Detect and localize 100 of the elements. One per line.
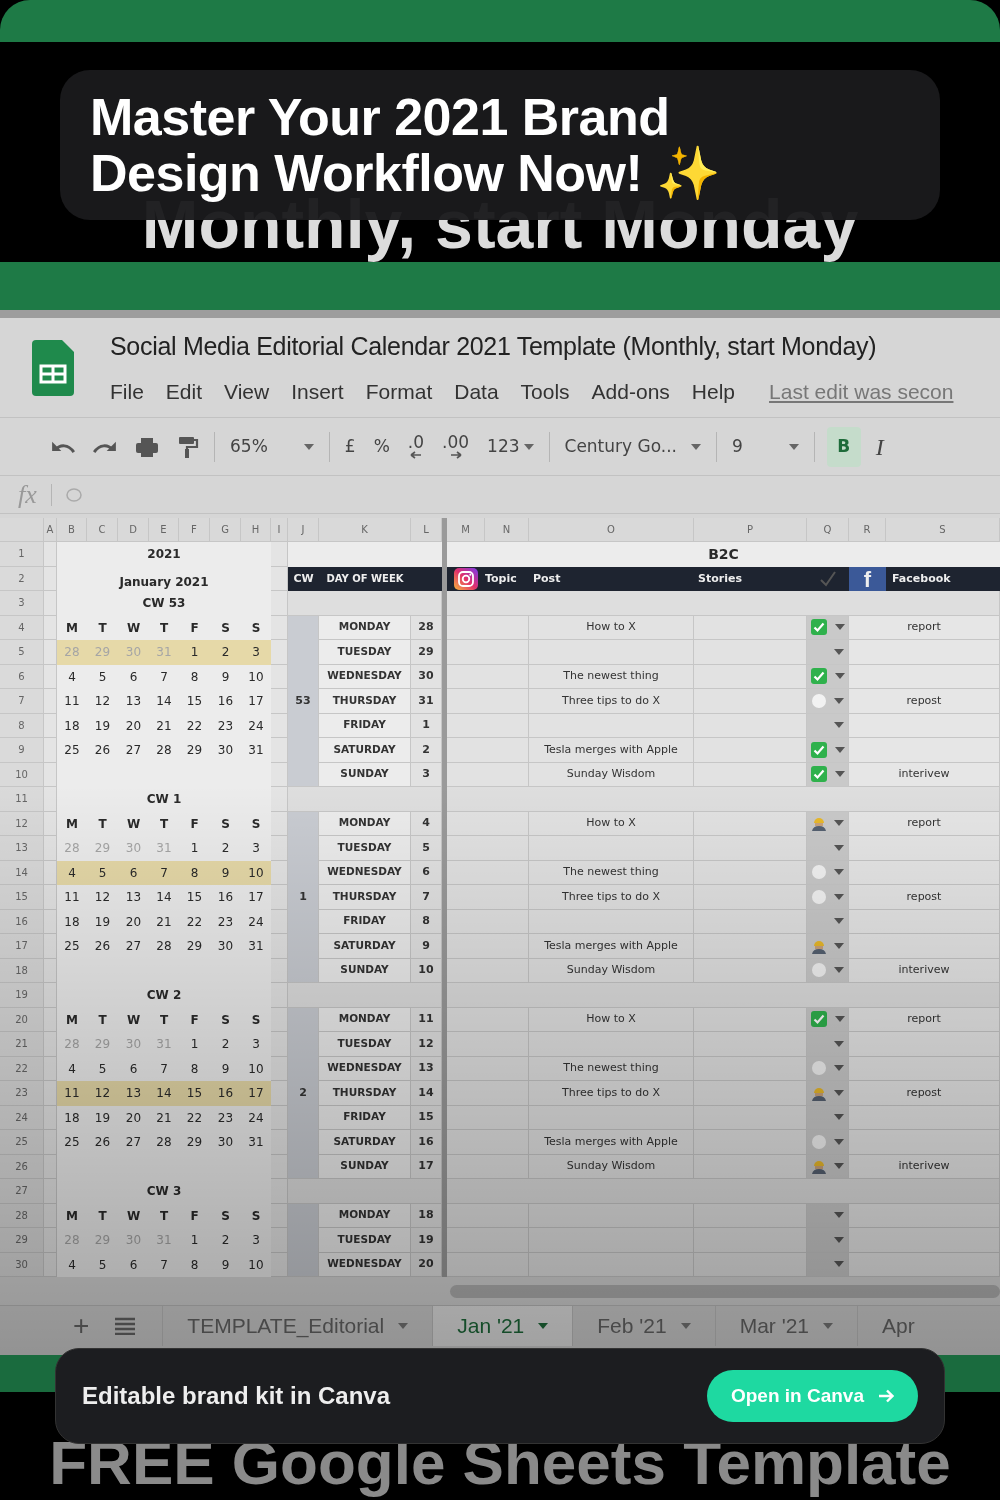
calendar-day[interactable]: 27 xyxy=(118,738,149,763)
calendar-day[interactable]: 21 xyxy=(149,713,179,738)
calendar-day[interactable]: 22 xyxy=(179,713,210,738)
row-number[interactable]: 6 xyxy=(0,664,44,689)
calendar-day[interactable]: 26 xyxy=(87,738,118,763)
row-number[interactable]: 22 xyxy=(0,1056,44,1081)
currency-button[interactable]: £ xyxy=(341,433,359,460)
row-number[interactable]: 18 xyxy=(0,958,44,983)
calendar-day[interactable]: 27 xyxy=(118,934,149,959)
row-number[interactable]: 24 xyxy=(0,1105,44,1130)
calendar-day[interactable]: 11 xyxy=(57,689,87,714)
column-header[interactable]: G xyxy=(210,518,241,542)
calendar-day[interactable]: 24 xyxy=(241,713,271,738)
status-dropdown[interactable] xyxy=(807,1154,849,1179)
calendar-day[interactable]: 29 xyxy=(179,738,210,763)
calendar-day[interactable]: 16 xyxy=(210,885,241,910)
calendar-day[interactable]: 31 xyxy=(241,738,271,763)
font-dropdown[interactable]: Century Go... xyxy=(561,433,704,460)
column-header[interactable]: D xyxy=(118,518,149,542)
calendar-day[interactable]: 17 xyxy=(241,689,271,714)
calendar-day[interactable]: 4 xyxy=(57,1252,87,1277)
calendar-day[interactable]: 26 xyxy=(87,934,118,959)
calendar-day[interactable]: 8 xyxy=(179,664,210,689)
calendar-day[interactable]: 11 xyxy=(57,1081,87,1106)
calendar-day[interactable]: 29 xyxy=(179,934,210,959)
calendar-day[interactable]: 29 xyxy=(179,1130,210,1155)
row-number[interactable]: 12 xyxy=(0,811,44,836)
calendar-day[interactable]: 7 xyxy=(149,860,179,885)
calendar-day[interactable]: 19 xyxy=(87,713,118,738)
calendar-day[interactable]: 5 xyxy=(87,860,118,885)
calendar-day[interactable]: 19 xyxy=(87,909,118,934)
calendar-day[interactable]: 14 xyxy=(149,885,179,910)
italic-button[interactable]: I xyxy=(872,428,887,465)
calendar-day[interactable]: 28 xyxy=(149,738,179,763)
calendar-day[interactable]: 16 xyxy=(210,1081,241,1106)
calendar-day[interactable]: 1 xyxy=(179,836,210,861)
row-number[interactable]: 16 xyxy=(0,909,44,934)
calendar-day[interactable]: 23 xyxy=(210,1105,241,1130)
zoom-dropdown[interactable]: 65% xyxy=(227,433,317,460)
calendar-day[interactable]: 14 xyxy=(149,689,179,714)
calendar-day[interactable]: 31 xyxy=(241,934,271,959)
calendar-day[interactable]: 6 xyxy=(118,664,149,689)
row-number[interactable]: 27 xyxy=(0,1179,44,1204)
calendar-day[interactable]: 17 xyxy=(241,1081,271,1106)
menu-item[interactable]: Format xyxy=(365,375,433,407)
calendar-day[interactable]: 9 xyxy=(210,1056,241,1081)
calendar-day[interactable]: 3 xyxy=(241,640,271,665)
calendar-day[interactable]: 15 xyxy=(179,689,210,714)
calendar-day[interactable]: 2 xyxy=(210,836,241,861)
calendar-day[interactable]: 7 xyxy=(149,1252,179,1277)
calendar-day[interactable]: 23 xyxy=(210,909,241,934)
calendar-day[interactable]: 16 xyxy=(210,689,241,714)
menu-item[interactable]: Tools xyxy=(520,375,570,407)
calendar-day[interactable]: 10 xyxy=(241,1056,271,1081)
column-header[interactable]: J xyxy=(288,518,319,542)
calendar-day[interactable]: 18 xyxy=(57,1105,87,1130)
calendar-day[interactable]: 24 xyxy=(241,1105,271,1130)
column-header[interactable]: F xyxy=(179,518,210,542)
calendar-day[interactable]: 10 xyxy=(241,860,271,885)
scrollbar[interactable] xyxy=(450,1285,1000,1298)
row-number[interactable]: 15 xyxy=(0,885,44,910)
column-header[interactable]: L xyxy=(411,518,442,542)
calendar-day[interactable]: 14 xyxy=(149,1081,179,1106)
calendar-day[interactable]: 2 xyxy=(210,1032,241,1057)
column-header[interactable]: I xyxy=(271,518,288,542)
menu-item[interactable]: Insert xyxy=(291,375,344,407)
calendar-day[interactable]: 5 xyxy=(87,664,118,689)
menu-item[interactable]: Help xyxy=(691,375,736,407)
row-number[interactable]: 9 xyxy=(0,738,44,763)
calendar-day[interactable]: 30 xyxy=(210,934,241,959)
column-header[interactable]: N xyxy=(485,518,529,542)
calendar-day[interactable]: 20 xyxy=(118,713,149,738)
calendar-day[interactable]: 3 xyxy=(241,1228,271,1253)
row-number[interactable]: 17 xyxy=(0,934,44,959)
calendar-day[interactable]: 10 xyxy=(241,1252,271,1277)
sheet-tab[interactable]: Jan '21 xyxy=(432,1306,573,1346)
status-dropdown[interactable] xyxy=(807,1252,849,1277)
calendar-day[interactable]: 1 xyxy=(179,1228,210,1253)
calendar-day[interactable]: 30 xyxy=(210,1130,241,1155)
calendar-day[interactable]: 20 xyxy=(118,909,149,934)
calendar-day[interactable]: 7 xyxy=(149,664,179,689)
calendar-day[interactable]: 3 xyxy=(241,1032,271,1057)
calendar-day[interactable]: 9 xyxy=(210,860,241,885)
calendar-day[interactable]: 30 xyxy=(210,738,241,763)
calendar-day[interactable]: 13 xyxy=(118,1081,149,1106)
calendar-day[interactable]: 1 xyxy=(179,640,210,665)
column-header[interactable]: K xyxy=(319,518,411,542)
calendar-day[interactable]: 5 xyxy=(87,1252,118,1277)
menu-item[interactable]: File xyxy=(110,375,144,407)
increase-decimal-button[interactable]: .00 xyxy=(439,434,473,459)
row-number[interactable]: 1 xyxy=(0,542,44,567)
percent-button[interactable]: % xyxy=(370,433,393,460)
calendar-day[interactable]: 6 xyxy=(118,1252,149,1277)
calendar-day[interactable]: 22 xyxy=(179,1105,210,1130)
calendar-day[interactable]: 19 xyxy=(87,1105,118,1130)
menu-item[interactable]: Data xyxy=(454,375,499,407)
row-number[interactable]: 2 xyxy=(0,566,44,591)
row-number[interactable]: 13 xyxy=(0,836,44,861)
decrease-decimal-button[interactable]: .0 xyxy=(404,434,427,459)
font-size-dropdown[interactable]: 9 xyxy=(729,433,802,460)
